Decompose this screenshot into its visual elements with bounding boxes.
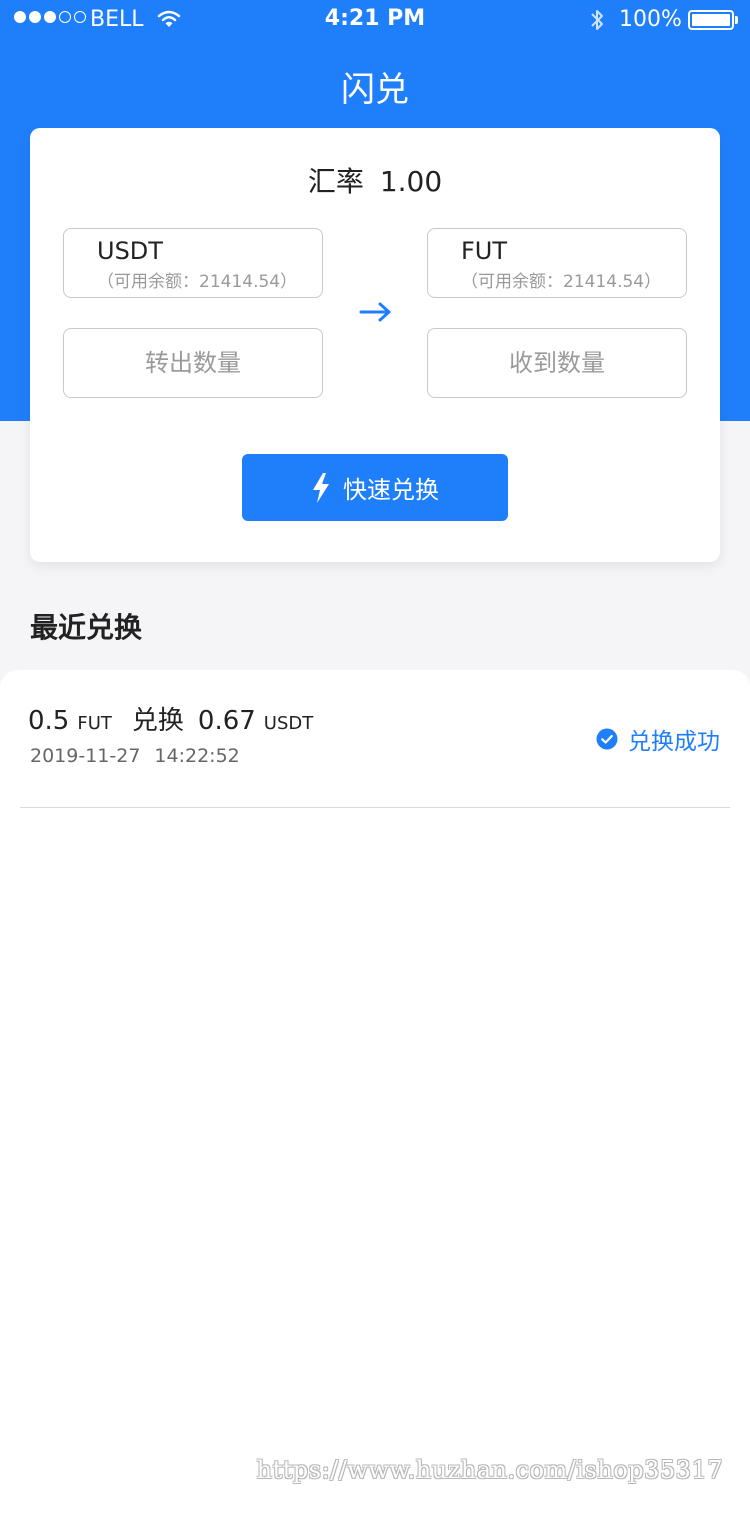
from-coin-selector[interactable]: USDT （可用余额：21414.54） — [63, 228, 323, 298]
rate-label: 汇率 — [307, 165, 364, 198]
exchange-verb: 兑换 — [131, 706, 184, 736]
receive-amount-input[interactable] — [428, 329, 686, 397]
recent-exchanges-title: 最近兑换 — [30, 611, 143, 644]
bluetooth-icon — [589, 7, 605, 39]
check-circle-icon — [596, 728, 618, 750]
receive-amount-field — [427, 328, 687, 398]
quick-exchange-label: 快速兑换 — [343, 476, 439, 504]
to-amount: 0.67 — [197, 706, 256, 736]
status-badge: 兑换成功 — [596, 722, 720, 756]
from-coin-balance: （可用余额：21414.54） — [97, 272, 298, 292]
from-unit: FUT — [77, 713, 112, 734]
list-item[interactable]: 0.5 FUT 兑换 0.67 USDT 2019-11-27 14:22:52 … — [20, 670, 730, 808]
quick-exchange-button[interactable]: 快速兑换 — [242, 454, 508, 521]
send-amount-input[interactable] — [64, 329, 322, 397]
exchange-summary: 0.5 FUT 兑换 0.67 USDT — [28, 700, 313, 737]
to-coin-balance: （可用余额：21414.54） — [461, 272, 662, 292]
to-unit: USDT — [263, 713, 314, 734]
exchange-card: 汇率 1.00 USDT （可用余额：21414.54） FUT （可用余额：21… — [30, 128, 720, 562]
exchange-date: 2019-11-27 — [30, 745, 141, 767]
battery-percentage: 100% — [619, 7, 682, 32]
page-title: 闪兑 — [341, 70, 409, 110]
rate-value: 1.00 — [379, 165, 443, 198]
exchange-rate: 汇率 1.00 — [30, 160, 720, 200]
send-amount-field — [63, 328, 323, 398]
recent-exchange-list: 0.5 FUT 兑换 0.67 USDT 2019-11-27 14:22:52 … — [0, 670, 750, 1524]
battery-icon — [688, 10, 734, 30]
status-text: 兑换成功 — [628, 729, 720, 755]
to-coin-selector[interactable]: FUT （可用余额：21414.54） — [427, 228, 687, 298]
to-coin-name: FUT — [461, 237, 508, 265]
from-coin-name: USDT — [97, 237, 163, 265]
arrow-right-icon — [359, 301, 393, 327]
exchange-time: 14:22:52 — [154, 745, 240, 767]
lightning-icon — [311, 472, 331, 504]
exchange-timestamp: 2019-11-27 14:22:52 — [30, 745, 240, 767]
from-amount: 0.5 — [28, 706, 70, 736]
status-bar: BELL 4:21 PM 100% — [0, 0, 750, 40]
watermark: https://www.huzhan.com/ishop35317 — [256, 1456, 723, 1484]
